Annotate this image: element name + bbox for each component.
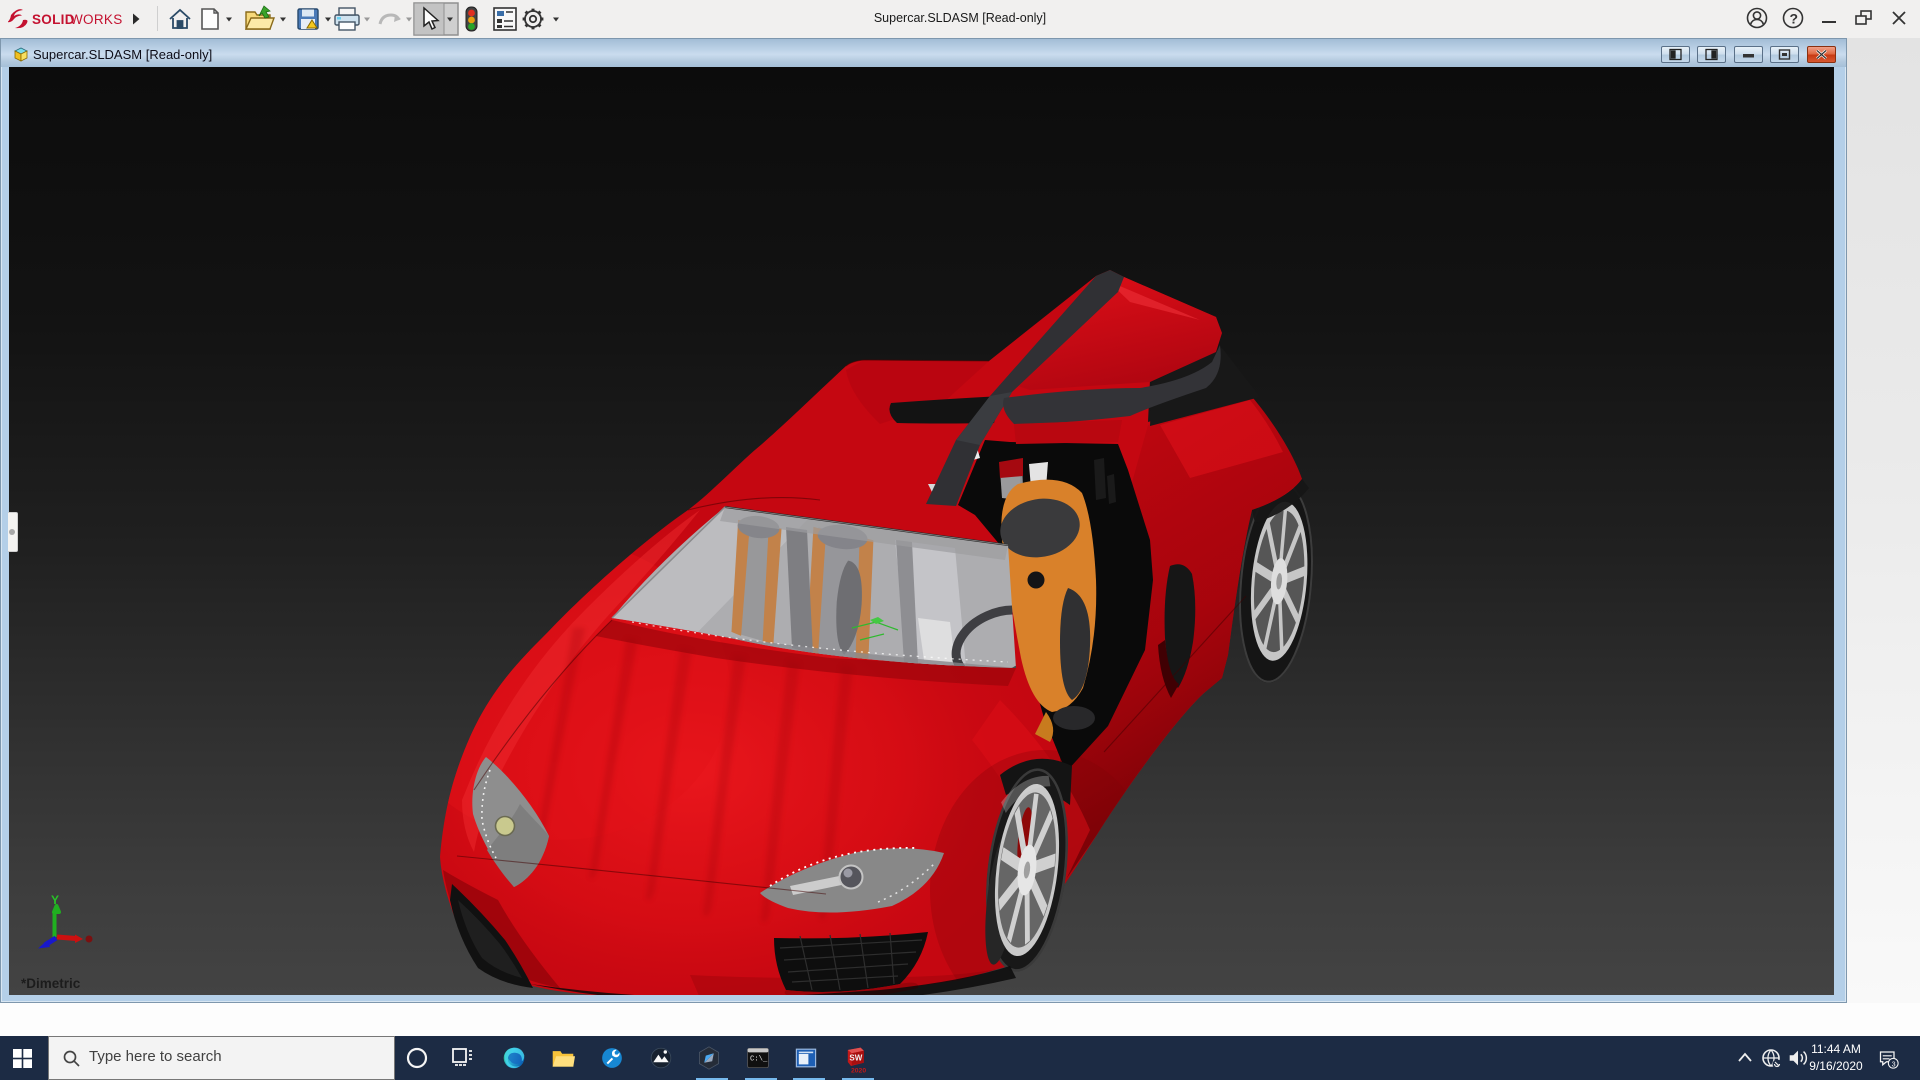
svg-text:?: ? [1790,11,1799,27]
svg-text:SOLID: SOLID [32,12,75,27]
svg-text:C:\_: C:\_ [750,1055,768,1063]
svg-text:3: 3 [1892,1060,1896,1068]
svg-text:SW: SW [849,1053,862,1062]
svg-text:2020: 2020 [851,1067,866,1074]
svg-text:WORKS: WORKS [70,12,123,27]
